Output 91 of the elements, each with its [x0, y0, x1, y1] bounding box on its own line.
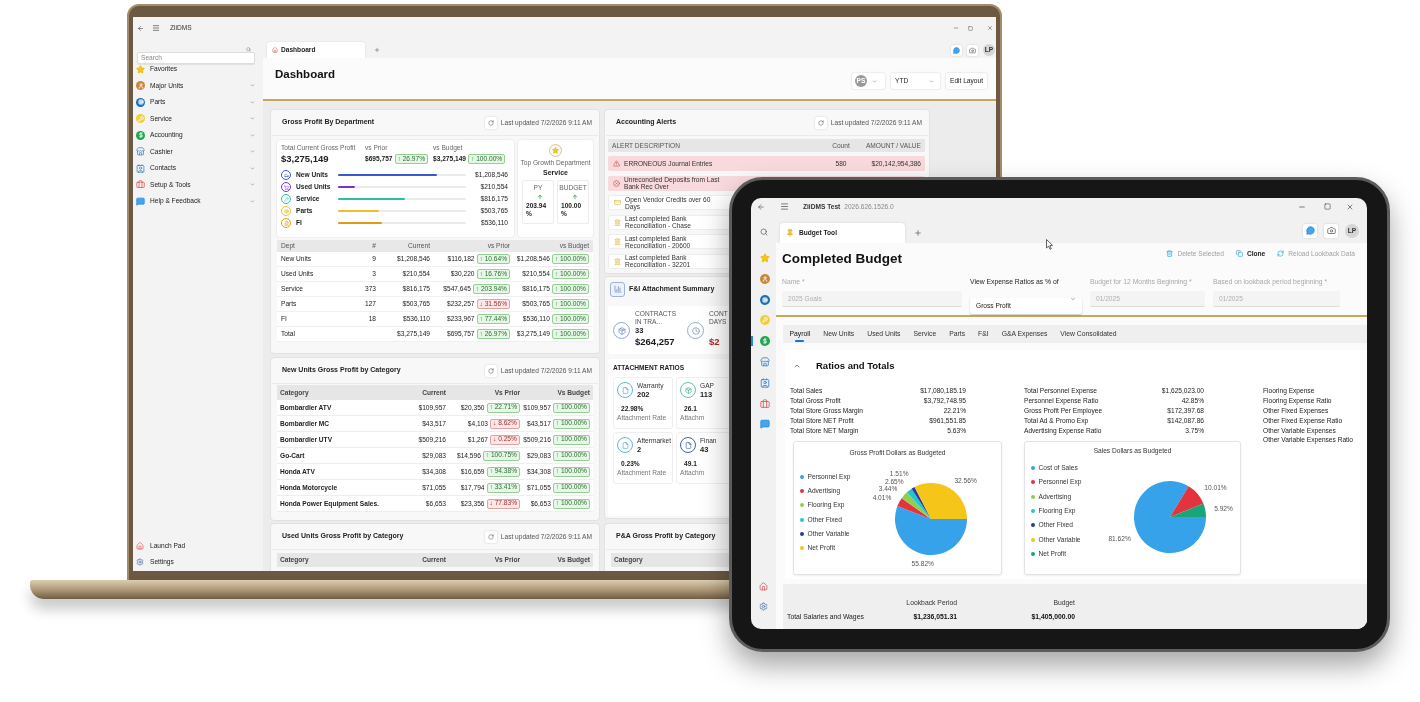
- chat-icon: [1305, 226, 1315, 235]
- pushpin-icon: [786, 229, 794, 237]
- bank-icon: [614, 218, 621, 226]
- home-icon: [136, 542, 144, 550]
- dollar-disc-icon: [136, 130, 145, 140]
- search-icon[interactable]: [759, 228, 768, 236]
- store-icon: [136, 147, 145, 157]
- contact-card-icon: [759, 377, 770, 388]
- document-icon: [617, 437, 633, 453]
- chat-bubble-icon: [136, 196, 145, 206]
- chevron-down-icon: [1070, 296, 1076, 302]
- chevron-down-icon: [250, 99, 255, 105]
- chevron-down-icon: [872, 78, 877, 84]
- wrench-icon: [281, 194, 291, 204]
- store-icon: [759, 357, 770, 367]
- new-tab-icon[interactable]: [914, 229, 922, 237]
- chevron-down-icon: [250, 149, 255, 155]
- page-title: Completed Budget: [782, 250, 902, 268]
- refresh-icon: [487, 533, 494, 540]
- chat-icon: [953, 46, 960, 54]
- back-icon[interactable]: [137, 24, 144, 32]
- briefcase-icon: [136, 180, 145, 190]
- menu-icon[interactable]: [152, 24, 160, 32]
- section-title: Ratios and Totals: [816, 358, 895, 373]
- clock-icon: [687, 322, 704, 339]
- document-icon: [680, 437, 696, 453]
- refresh-button[interactable]: [814, 116, 827, 129]
- maximize-icon[interactable]: [968, 25, 973, 31]
- refresh-icon: [817, 119, 824, 126]
- close-icon[interactable]: [987, 25, 993, 31]
- chevron-down-icon: [250, 116, 255, 122]
- home-icon[interactable]: [759, 582, 768, 591]
- collapse-caret-icon[interactable]: [793, 362, 801, 370]
- box-icon: [613, 322, 630, 339]
- maximize-icon[interactable]: [1324, 203, 1331, 210]
- refresh-button[interactable]: [484, 116, 497, 129]
- chevron-down-icon: [250, 83, 255, 89]
- chevron-down-icon: [250, 165, 255, 171]
- home-icon: [272, 47, 278, 53]
- back-icon[interactable]: [757, 202, 765, 211]
- copy-icon: [1235, 250, 1243, 258]
- chevron-down-icon: [250, 182, 255, 188]
- chart-icon: [610, 281, 625, 297]
- refresh-button[interactable]: [484, 530, 497, 543]
- bank-icon: [614, 238, 621, 245]
- menu-icon[interactable]: [780, 202, 789, 211]
- car-icon: [281, 170, 291, 180]
- bank-icon: [614, 257, 621, 265]
- chat-button[interactable]: [1303, 223, 1317, 238]
- refresh-icon: [1277, 250, 1285, 258]
- wrench-disc-icon: [136, 114, 145, 124]
- star-badge-icon: [549, 144, 562, 157]
- settings-icon: [136, 558, 144, 566]
- contract-amount: $264,257: [635, 336, 676, 348]
- card-icon: [614, 199, 621, 206]
- refresh-icon: [487, 119, 494, 126]
- camera-icon: [1326, 226, 1336, 235]
- chevron-down-icon: [250, 198, 255, 204]
- close-icon[interactable]: [1346, 202, 1354, 211]
- chevron-down-icon: [929, 78, 934, 84]
- cart-icon: [281, 182, 291, 192]
- chat-button[interactable]: [951, 44, 962, 56]
- contract-amount: $2: [709, 336, 721, 348]
- stat-value: $3,275,149: [281, 153, 330, 165]
- document-icon: [281, 218, 291, 228]
- settings-icon[interactable]: [759, 602, 768, 611]
- gear-disc-icon: [136, 97, 145, 107]
- contact-card-icon: [136, 163, 145, 173]
- refresh-icon: [487, 367, 494, 374]
- chat-bubble-icon: [759, 419, 770, 430]
- warning-icon: [613, 160, 620, 167]
- camera-button[interactable]: [967, 44, 978, 56]
- dollar-disc-icon: [759, 336, 770, 347]
- trash-icon: [1166, 250, 1174, 258]
- search-icon: [246, 46, 251, 52]
- gear-disc-icon: [759, 294, 770, 305]
- refresh-button[interactable]: [484, 364, 497, 377]
- briefcase-icon: [759, 398, 770, 409]
- document-icon: [617, 382, 633, 398]
- star-icon: [759, 253, 770, 263]
- star-icon: [136, 64, 145, 74]
- wrench-disc-icon: [759, 315, 770, 326]
- camera-button[interactable]: [1324, 223, 1338, 238]
- new-tab-icon[interactable]: [374, 47, 380, 53]
- minimize-icon[interactable]: [953, 25, 959, 31]
- x-circle-icon: [613, 179, 620, 187]
- gear-icon: [281, 206, 291, 216]
- page-title: Dashboard: [275, 67, 336, 82]
- chevron-down-icon: [250, 132, 255, 138]
- box-icon: [680, 382, 696, 398]
- camera-icon: [969, 46, 976, 54]
